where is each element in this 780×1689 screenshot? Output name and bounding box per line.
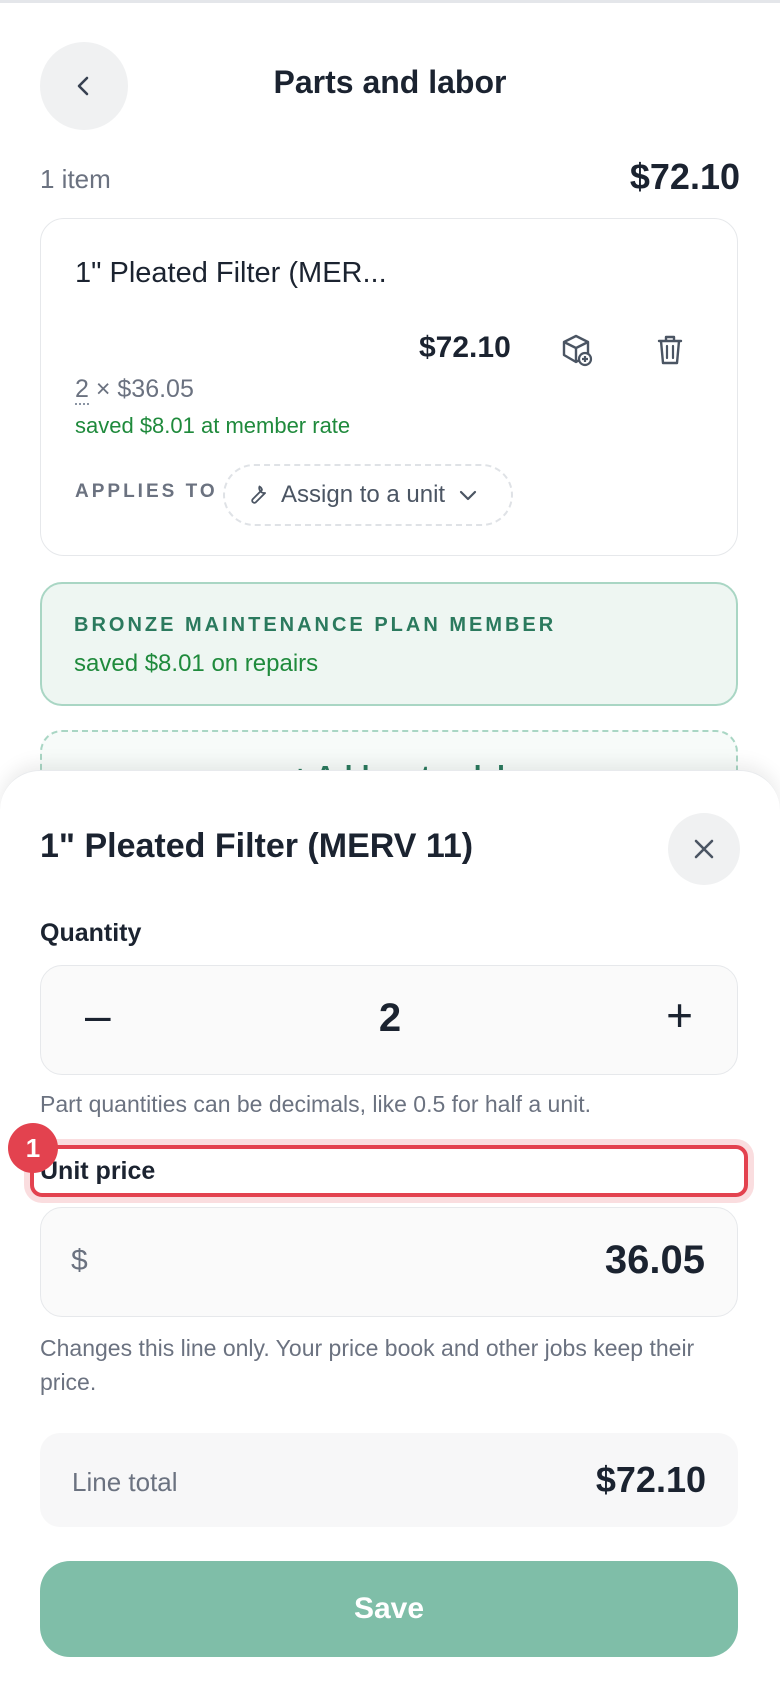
- grand-total: $72.10: [629, 156, 740, 197]
- top-divider: [0, 0, 780, 3]
- line-item-card[interactable]: 1" Pleated Filter (MER... $72.10 2 × $36…: [40, 218, 738, 556]
- item-count: 1 item: [40, 164, 111, 194]
- item-price: $72.10: [419, 331, 511, 364]
- quantity-value[interactable]: 2: [41, 996, 739, 1041]
- item-unit-price: × $36.05: [95, 375, 194, 403]
- item-name: 1" Pleated Filter (MER...: [75, 257, 387, 289]
- increment-button[interactable]: +: [666, 988, 693, 1042]
- line-total-row: Line total $72.10: [40, 1433, 738, 1527]
- quantity-label: Quantity: [40, 919, 142, 947]
- unit-price-label: Unit price: [40, 1157, 156, 1185]
- currency-symbol: $: [71, 1244, 88, 1277]
- membership-title: BRONZE MAINTENANCE PLAN MEMBER: [74, 614, 557, 636]
- save-button[interactable]: Save: [40, 1561, 738, 1657]
- unit-price-value[interactable]: 36.05: [605, 1238, 705, 1283]
- quantity-help-text: Part quantities can be decimals, like 0.…: [40, 1091, 592, 1117]
- unit-price-help-text: Changes this line only. Your price book …: [40, 1335, 695, 1395]
- close-icon: [694, 839, 714, 859]
- applies-to-label: APPLIES TO: [75, 481, 218, 502]
- quantity-line: 2 × $36.05: [75, 375, 194, 405]
- quantity-stepper: – 2 +: [40, 965, 738, 1075]
- unit-price-input[interactable]: $ 36.05: [40, 1207, 738, 1317]
- assign-unit-button[interactable]: Assign to a unit: [223, 464, 513, 526]
- edit-line-sheet: 1" Pleated Filter (MERV 11) Quantity – 2…: [0, 770, 780, 1689]
- chevron-down-icon: [460, 490, 477, 501]
- line-total-label: Line total: [72, 1467, 178, 1497]
- package-add-icon[interactable]: [559, 333, 593, 367]
- annotation-badge: 1: [8, 1123, 58, 1173]
- trash-icon[interactable]: [653, 333, 687, 367]
- membership-banner: BRONZE MAINTENANCE PLAN MEMBER saved $8.…: [40, 582, 738, 706]
- sheet-title: 1" Pleated Filter (MERV 11): [40, 827, 474, 865]
- page-title: Parts and labor: [273, 64, 507, 100]
- close-button[interactable]: [668, 813, 740, 885]
- line-total-value: $72.10: [595, 1459, 706, 1500]
- assign-unit-label: Assign to a unit: [281, 481, 446, 508]
- membership-savings: saved $8.01 on repairs: [74, 650, 319, 677]
- member-savings-text: saved $8.01 at member rate: [75, 413, 351, 438]
- wrench-icon: [251, 485, 266, 504]
- item-quantity[interactable]: 2: [75, 375, 89, 405]
